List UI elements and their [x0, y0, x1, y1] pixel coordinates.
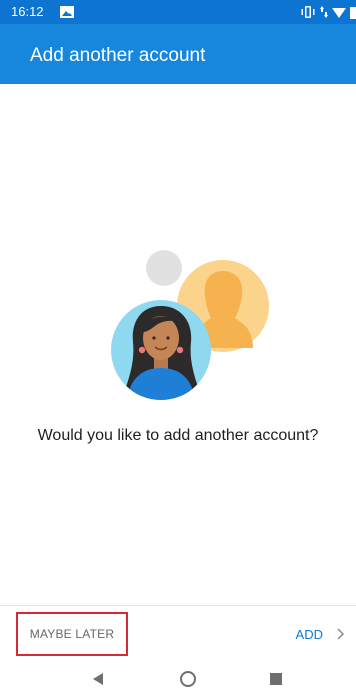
battery-icon	[350, 6, 356, 19]
status-bar: 16:12	[0, 0, 356, 24]
home-icon[interactable]	[179, 670, 197, 688]
maybe-later-button[interactable]: MAYBE LATER	[16, 612, 128, 656]
chevron-right-icon	[337, 628, 345, 640]
app-bar: Add another account	[0, 24, 356, 84]
wifi-icon	[332, 8, 346, 18]
question-text: Would you like to add another account?	[37, 427, 319, 444]
add-button[interactable]: ADD	[296, 620, 345, 648]
data-arrows-icon	[320, 6, 328, 18]
accounts-illustration	[111, 250, 269, 400]
add-label: ADD	[295, 626, 323, 642]
vibrate-icon	[301, 6, 315, 18]
screen: 16:12 Add another account Would you like…	[0, 0, 356, 691]
back-icon[interactable]	[90, 670, 108, 688]
divider	[0, 605, 356, 606]
image-icon	[60, 6, 74, 18]
system-nav-bar	[0, 664, 356, 691]
recents-icon[interactable]	[267, 670, 285, 688]
status-icons	[300, 5, 356, 19]
page-title: Add another account	[30, 45, 206, 66]
status-time: 16:12	[11, 4, 44, 19]
